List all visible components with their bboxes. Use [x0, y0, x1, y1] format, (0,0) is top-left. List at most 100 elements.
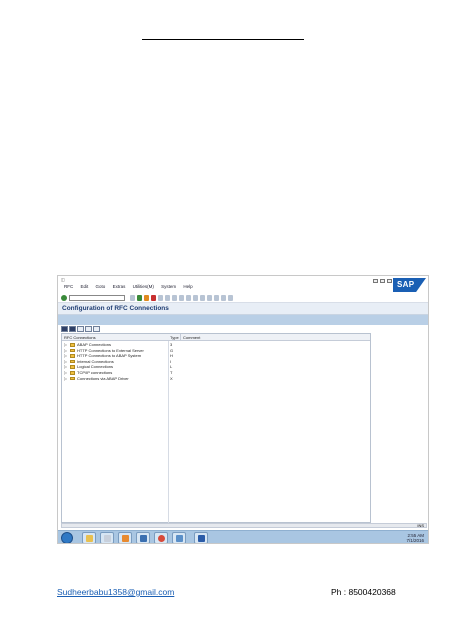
- shortcut-icon[interactable]: [214, 295, 219, 301]
- tray-date: 7/1/2016: [406, 538, 424, 543]
- menu-items: RFC Edit Goto Extras Utilities(M) System…: [64, 284, 199, 289]
- row-type: H: [170, 353, 173, 359]
- row-label[interactable]: Internal Connections: [77, 359, 114, 364]
- expand-arrow-icon[interactable]: ▷: [64, 342, 67, 347]
- col-rfc-connections[interactable]: RFC Connections: [64, 335, 96, 340]
- first-page-icon[interactable]: [179, 295, 184, 301]
- menu-help[interactable]: Help: [183, 284, 192, 289]
- tree-toolbar: [61, 326, 100, 332]
- row-label[interactable]: ABAP Connections: [77, 342, 111, 347]
- taskbar-sap-button[interactable]: [172, 532, 186, 543]
- tree-row[interactable]: ▷ Connections via ABAP Driver X: [62, 376, 242, 382]
- row-label[interactable]: TCP/IP connections: [77, 370, 112, 375]
- create-icon[interactable]: [61, 326, 68, 332]
- expand-arrow-icon[interactable]: ▷: [64, 348, 67, 353]
- expand-arrow-icon[interactable]: ▷: [64, 364, 67, 369]
- col-comment[interactable]: Comment: [183, 335, 200, 340]
- taskbar-word-button[interactable]: [194, 532, 208, 543]
- taskbar-library-button[interactable]: [100, 532, 114, 543]
- standard-toolbar: [58, 294, 428, 303]
- sap-gui-icon: [176, 535, 183, 542]
- expand-arrow-icon[interactable]: ▷: [64, 370, 67, 375]
- collapse-icon[interactable]: [85, 326, 92, 332]
- library-icon: [104, 535, 111, 542]
- sap-logo-text: SAP: [397, 280, 415, 289]
- taskbar-chrome-button[interactable]: [154, 532, 168, 543]
- phone-number: Ph : 8500420368: [331, 587, 396, 597]
- menu-goto[interactable]: Goto: [96, 284, 106, 289]
- layout-icon[interactable]: [228, 295, 233, 301]
- save-icon[interactable]: [130, 295, 135, 301]
- expand-arrow-icon[interactable]: ▷: [64, 353, 67, 358]
- menu-bar: ◫ RFC Edit Goto Extras Utilities(M) Syst…: [58, 276, 428, 294]
- header-rule: [142, 39, 304, 40]
- folder-icon: [70, 359, 75, 364]
- command-field[interactable]: [69, 295, 125, 301]
- chrome-icon: [158, 535, 165, 542]
- find-icon[interactable]: [165, 295, 170, 301]
- last-page-icon[interactable]: [200, 295, 205, 301]
- header-divider: [180, 334, 181, 341]
- help-icon[interactable]: [221, 295, 226, 301]
- tree-header: RFC Connections Type Comment: [62, 334, 370, 341]
- start-button[interactable]: [61, 532, 73, 543]
- row-type: 3: [170, 342, 173, 347]
- back-icon[interactable]: [137, 295, 142, 301]
- taskbar-app-button[interactable]: [136, 532, 150, 543]
- previous-page-icon[interactable]: [186, 295, 191, 301]
- menu-rfc[interactable]: RFC: [64, 284, 73, 289]
- new-session-icon[interactable]: [207, 295, 212, 301]
- exit-icon[interactable]: [144, 295, 149, 301]
- folder-icon: [70, 354, 75, 358]
- enter-icon[interactable]: [61, 295, 67, 301]
- app-icon: [140, 535, 147, 542]
- status-ins: INS: [417, 523, 424, 528]
- display-icon[interactable]: [69, 326, 76, 332]
- next-page-icon[interactable]: [193, 295, 198, 301]
- window-controls: [373, 279, 392, 283]
- folder-icon: [86, 535, 93, 542]
- menu-system[interactable]: System: [161, 284, 176, 289]
- row-type: I: [170, 358, 172, 364]
- row-label[interactable]: HTTP Connections to ABAP System: [77, 353, 141, 358]
- print-icon[interactable]: [158, 295, 163, 301]
- menu-extras[interactable]: Extras: [113, 284, 126, 289]
- maximize-icon[interactable]: [380, 279, 385, 283]
- folder-icon: [70, 376, 75, 381]
- status-bar: INS: [417, 523, 424, 528]
- system-tray-clock[interactable]: 2:55 AM 7/1/2016: [406, 533, 424, 543]
- sap-screenshot: ◫ RFC Edit Goto Extras Utilities(M) Syst…: [57, 275, 429, 544]
- title-bar: Configuration of RFC Connections: [58, 303, 428, 315]
- expand-arrow-icon[interactable]: ▷: [64, 376, 67, 381]
- row-type: T: [170, 370, 173, 375]
- col-type[interactable]: Type: [170, 335, 179, 340]
- horizontal-scrollbar[interactable]: [61, 523, 427, 528]
- system-menu-icon[interactable]: ◫: [61, 277, 65, 282]
- email-link[interactable]: Sudheerbabu1358@gmail.com: [57, 587, 174, 597]
- folder-icon: [70, 371, 75, 375]
- row-label[interactable]: HTTP Connections to External Server: [77, 348, 144, 353]
- minimize-icon[interactable]: [373, 279, 378, 283]
- row-label[interactable]: Connections via ABAP Driver: [77, 376, 129, 381]
- row-label[interactable]: Logical Connections: [77, 364, 113, 369]
- word-icon: [198, 535, 205, 542]
- row-type: G: [170, 347, 174, 353]
- page-title: Configuration of RFC Connections: [62, 305, 169, 312]
- folder-icon: [70, 343, 75, 347]
- menu-edit[interactable]: Edit: [81, 284, 89, 289]
- expand-arrow-icon[interactable]: ▷: [64, 359, 67, 364]
- rfc-tree: RFC Connections Type Comment ▷ ABAP Conn…: [61, 333, 371, 523]
- folder-icon: [70, 365, 75, 369]
- media-icon: [122, 535, 129, 542]
- cancel-icon[interactable]: [151, 295, 156, 301]
- menu-utilities[interactable]: Utilities(M): [133, 284, 154, 289]
- expand-icon[interactable]: [77, 326, 84, 332]
- taskbar-media-button[interactable]: [118, 532, 132, 543]
- taskbar-explorer-button[interactable]: [82, 532, 96, 543]
- close-icon[interactable]: [387, 279, 392, 283]
- find-next-icon[interactable]: [172, 295, 177, 301]
- windows-taskbar: 2:55 AM 7/1/2016: [58, 530, 428, 543]
- row-type: X: [170, 375, 173, 381]
- row-type: L: [170, 364, 173, 370]
- refresh-icon[interactable]: [93, 326, 100, 332]
